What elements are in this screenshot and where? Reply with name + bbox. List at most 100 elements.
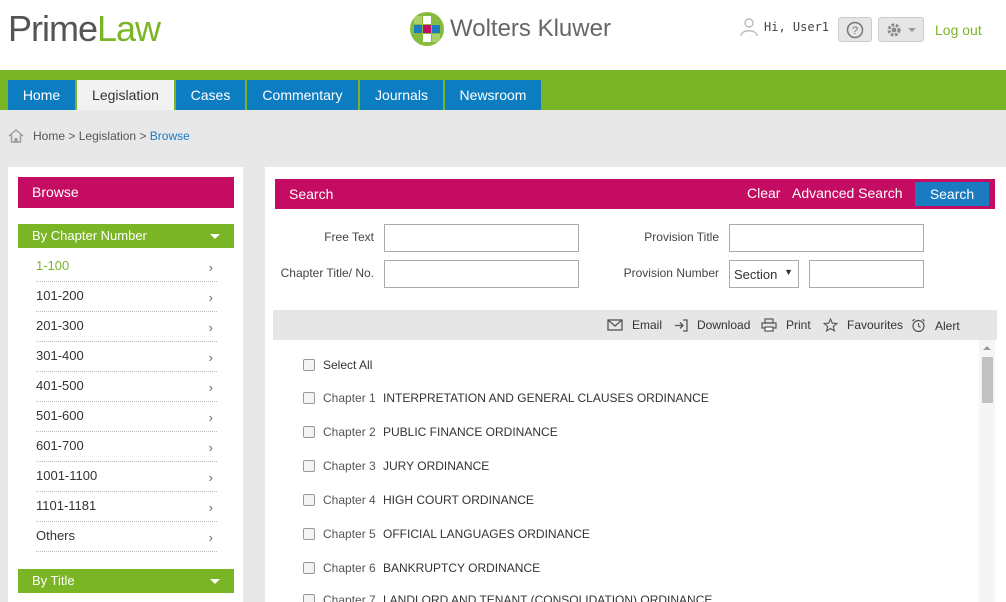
- list-item: Chapter 5 OFFICIAL LANGUAGES ORDINANCE: [303, 527, 590, 541]
- favourites-button[interactable]: Favourites: [823, 318, 903, 332]
- list-item: Chapter 6 BANKRUPTCY ORDINANCE: [303, 561, 540, 575]
- results-list: Select All Chapter 1 INTERPRETATION AND …: [273, 340, 997, 602]
- chevron-down-icon: [908, 27, 916, 32]
- chevron-right-icon: ›: [208, 440, 213, 455]
- chapter-range-item[interactable]: 1001-1100 ›: [36, 462, 217, 492]
- chapter-title-link[interactable]: HIGH COURT ORDINANCE: [383, 493, 534, 507]
- chapter-title-link[interactable]: JURY ORDINANCE: [383, 459, 489, 473]
- logo-law-text: Law: [97, 8, 161, 49]
- scroll-up-icon[interactable]: [979, 342, 995, 354]
- print-label: Print: [786, 318, 811, 332]
- caret-down-icon: [210, 234, 220, 239]
- tab-home[interactable]: Home: [8, 80, 75, 110]
- print-button[interactable]: Print: [761, 318, 811, 332]
- chapter-range-item[interactable]: Others ›: [36, 522, 217, 552]
- tab-newsroom[interactable]: Newsroom: [445, 80, 541, 110]
- print-icon: [761, 318, 777, 332]
- breadcrumb-separator: >: [139, 129, 147, 143]
- item-checkbox[interactable]: [303, 392, 315, 404]
- chapter-range-label: 201-300: [36, 318, 84, 333]
- chevron-right-icon: ›: [208, 380, 213, 395]
- gear-icon: [887, 23, 901, 36]
- download-button[interactable]: Download: [674, 318, 750, 332]
- provision-type-value: Section: [734, 267, 778, 282]
- chapter-range-item[interactable]: 501-600 ›: [36, 402, 217, 432]
- chapter-title-link[interactable]: BANKRUPTCY ORDINANCE: [383, 561, 540, 575]
- chevron-right-icon: ›: [208, 350, 213, 365]
- provision-number-input[interactable]: [809, 260, 924, 288]
- help-icon: ?: [846, 21, 864, 38]
- chapter-number: Chapter 7: [323, 593, 376, 602]
- primelaw-logo[interactable]: PrimeLaw: [8, 8, 161, 50]
- breadcrumb-separator: >: [68, 129, 76, 143]
- breadcrumb-legislation[interactable]: Legislation: [79, 129, 136, 143]
- select-all-row[interactable]: Select All: [303, 358, 372, 372]
- chapter-range-item[interactable]: 401-500 ›: [36, 372, 217, 402]
- chapter-range-item[interactable]: 101-200 ›: [36, 282, 217, 312]
- chapter-title-link[interactable]: OFFICIAL LANGUAGES ORDINANCE: [383, 527, 590, 541]
- tab-commentary[interactable]: Commentary: [247, 80, 358, 110]
- provision-title-input[interactable]: [729, 224, 924, 252]
- chapter-number: Chapter 2: [323, 425, 376, 439]
- by-title-toggle[interactable]: By Title: [18, 569, 234, 593]
- svg-text:?: ?: [852, 25, 858, 37]
- breadcrumb-home[interactable]: Home: [33, 129, 65, 143]
- header: PrimeLaw Wolters Kluwer Hi, User1 ? Log …: [0, 0, 1006, 70]
- list-item: Chapter 7 LANDLORD AND TENANT (CONSOLIDA…: [303, 593, 712, 602]
- chapter-range-item[interactable]: 301-400 ›: [36, 342, 217, 372]
- item-checkbox[interactable]: [303, 460, 315, 472]
- item-checkbox[interactable]: [303, 562, 315, 574]
- chapter-range-item[interactable]: 1-100 ›: [36, 252, 217, 282]
- alert-button[interactable]: Alert: [911, 318, 960, 333]
- help-button[interactable]: ?: [838, 17, 872, 42]
- chapter-title-link[interactable]: PUBLIC FINANCE ORDINANCE: [383, 425, 558, 439]
- chevron-right-icon: ›: [208, 290, 213, 305]
- chapter-range-label: 401-500: [36, 378, 84, 393]
- chapter-number: Chapter 1: [323, 391, 376, 405]
- wolters-kluwer-text: Wolters Kluwer: [450, 15, 611, 42]
- provision-type-select[interactable]: Section ▼: [729, 260, 799, 288]
- item-checkbox[interactable]: [303, 494, 315, 506]
- email-icon: [607, 319, 623, 331]
- results-scrollbar[interactable]: [979, 340, 995, 602]
- settings-button[interactable]: [878, 17, 924, 42]
- home-icon[interactable]: [8, 128, 24, 144]
- tab-cases[interactable]: Cases: [176, 80, 245, 110]
- list-item: Chapter 3 JURY ORDINANCE: [303, 459, 489, 473]
- chapter-range-label: 1-100: [36, 258, 70, 273]
- chapter-range-item[interactable]: 601-700 ›: [36, 432, 217, 462]
- chapter-range-label: 301-400: [36, 348, 84, 363]
- scrollbar-thumb[interactable]: [982, 357, 993, 403]
- browse-panel: Browse By Chapter Number 1-100 › 101-200 ›…: [8, 167, 243, 602]
- chapter-range-label: 1101-1181: [36, 498, 97, 513]
- advanced-search-link[interactable]: Advanced Search: [792, 185, 903, 201]
- provision-title-label: Provision Title: [644, 230, 719, 244]
- logout-link[interactable]: Log out: [935, 22, 982, 38]
- select-all-checkbox[interactable]: [303, 359, 315, 371]
- tab-legislation[interactable]: Legislation: [77, 80, 174, 110]
- download-icon: [675, 318, 688, 332]
- by-title-label: By Title: [32, 573, 75, 588]
- search-button[interactable]: Search: [915, 182, 989, 206]
- search-panel: Search Clear Advanced Search Search Free…: [265, 167, 1006, 602]
- by-chapter-number-toggle[interactable]: By Chapter Number: [18, 224, 234, 248]
- user-info: Hi, User1: [740, 18, 829, 36]
- tab-journals[interactable]: Journals: [360, 80, 443, 110]
- logo-prime-text: Prime: [8, 8, 98, 49]
- email-button[interactable]: Email: [607, 318, 662, 332]
- user-icon: [740, 18, 758, 36]
- chapter-title-link[interactable]: INTERPRETATION AND GENERAL CLAUSES ORDIN…: [383, 391, 709, 405]
- item-checkbox[interactable]: [303, 594, 315, 602]
- wolters-kluwer-logo: Wolters Kluwer: [410, 12, 611, 46]
- chapter-range-item[interactable]: 201-300 ›: [36, 312, 217, 342]
- free-text-input[interactable]: [384, 224, 579, 252]
- clear-link[interactable]: Clear: [747, 185, 780, 201]
- chapter-title-input[interactable]: [384, 260, 579, 288]
- download-label: Download: [697, 318, 751, 332]
- chapter-range-item[interactable]: 1101-1181 ›: [36, 492, 217, 522]
- item-checkbox[interactable]: [303, 426, 315, 438]
- item-checkbox[interactable]: [303, 528, 315, 540]
- main-nav: Home Legislation Cases Commentary Journa…: [0, 70, 1006, 110]
- results-toolbar: Email Download Print Favourites Alert: [273, 310, 997, 340]
- chapter-title-link[interactable]: LANDLORD AND TENANT (CONSOLIDATION) ORDI…: [383, 593, 712, 602]
